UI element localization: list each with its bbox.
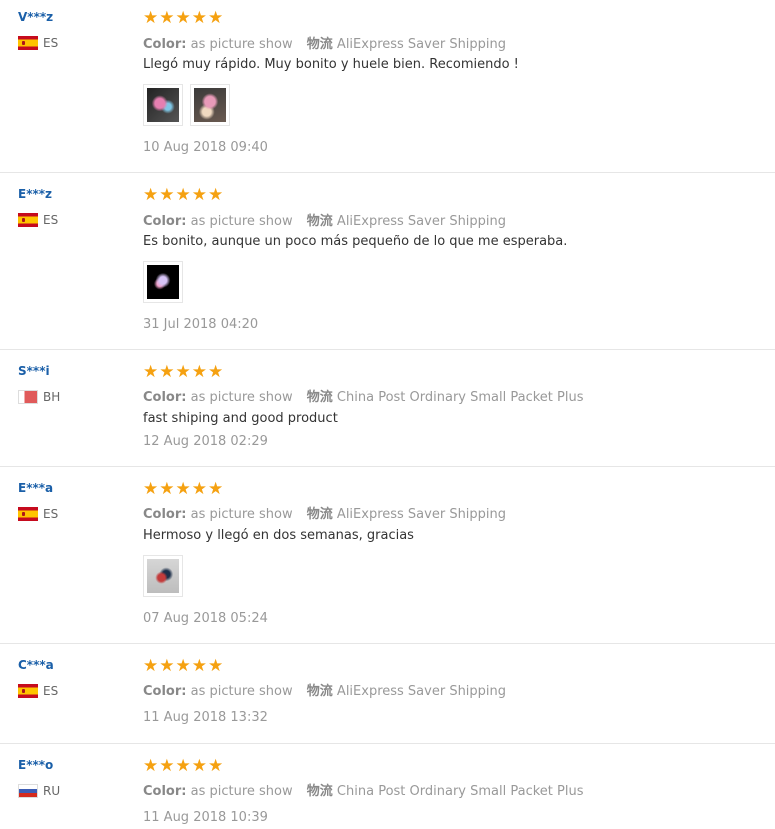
- spain-flag-icon: [18, 684, 38, 698]
- reviewer-country: ES: [18, 213, 58, 227]
- reviewer-name[interactable]: S***i: [18, 364, 50, 378]
- rating-stars: ★★★★★: [143, 8, 225, 28]
- rating-stars: ★★★★★: [143, 185, 225, 205]
- divider: [0, 349, 775, 350]
- country-code: ES: [43, 507, 59, 521]
- order-info: Color: as picture show 物流 China Post Ord…: [143, 386, 583, 405]
- review-photo[interactable]: [143, 555, 183, 597]
- color-value: as picture show: [190, 37, 293, 52]
- shipping-method: AliExpress Saver Shipping: [336, 214, 507, 229]
- review-text: Hermoso y llegó en dos semanas, gracias: [143, 528, 414, 543]
- color-label: Color:: [143, 390, 187, 405]
- shipping-method: China Post Ordinary Small Packet Plus: [336, 784, 584, 799]
- color-label: Color:: [143, 507, 187, 522]
- shipping-method: AliExpress Saver Shipping: [336, 507, 507, 522]
- rating-stars: ★★★★★: [143, 756, 225, 776]
- reviewer-country: ES: [18, 507, 58, 521]
- shipping-label: 物流: [306, 390, 333, 405]
- rating-stars: ★★★★★: [143, 479, 225, 499]
- review-date: 10 Aug 2018 09:40: [143, 140, 268, 155]
- color-label: Color:: [143, 784, 187, 799]
- photo-image: [147, 559, 179, 593]
- reviewer-name[interactable]: E***z: [18, 187, 52, 201]
- reviewer-country: BH: [18, 390, 60, 404]
- order-info: Color: as picture show 物流 China Post Ord…: [143, 780, 583, 799]
- shipping-label: 物流: [306, 784, 333, 799]
- review-photo[interactable]: [143, 84, 183, 126]
- color-value: as picture show: [190, 214, 293, 229]
- shipping-method: China Post Ordinary Small Packet Plus: [336, 390, 584, 405]
- shipping-label: 物流: [306, 684, 333, 699]
- review-text: Llegó muy rápido. Muy bonito y huele bie…: [143, 57, 519, 72]
- reviewer-country: RU: [18, 784, 60, 798]
- country-code: RU: [43, 784, 61, 798]
- reviewer-country: ES: [18, 684, 58, 698]
- color-value: as picture show: [190, 507, 293, 522]
- color-label: Color:: [143, 684, 187, 699]
- country-code: BH: [43, 390, 61, 404]
- shipping-method: AliExpress Saver Shipping: [336, 684, 507, 699]
- russia-flag-icon: [18, 784, 38, 798]
- country-code: ES: [43, 36, 59, 50]
- review-photo[interactable]: [190, 84, 230, 126]
- divider: [0, 172, 775, 173]
- reviewer-name[interactable]: V***z: [18, 10, 53, 24]
- order-info: Color: as picture show 物流 AliExpress Sav…: [143, 680, 506, 699]
- color-value: as picture show: [190, 390, 293, 405]
- rating-stars: ★★★★★: [143, 656, 225, 676]
- color-label: Color:: [143, 37, 187, 52]
- review-date: 11 Aug 2018 10:39: [143, 810, 268, 825]
- review-text: Es bonito, aunque un poco más pequeño de…: [143, 234, 568, 249]
- shipping-label: 物流: [306, 507, 333, 522]
- review-date: 07 Aug 2018 05:24: [143, 611, 268, 626]
- color-label: Color:: [143, 214, 187, 229]
- color-value: as picture show: [190, 784, 293, 799]
- photo-image: [147, 265, 179, 299]
- country-code: ES: [43, 213, 59, 227]
- color-value: as picture show: [190, 684, 293, 699]
- order-info: Color: as picture show 物流 AliExpress Sav…: [143, 33, 506, 52]
- reviewer-country: ES: [18, 36, 58, 50]
- divider: [0, 466, 775, 467]
- photo-image: [194, 88, 226, 122]
- review-text: fast shiping and good product: [143, 411, 338, 426]
- reviewer-name[interactable]: E***o: [18, 758, 53, 772]
- country-code: ES: [43, 684, 59, 698]
- reviewer-name[interactable]: E***a: [18, 481, 53, 495]
- review-date: 31 Jul 2018 04:20: [143, 317, 259, 332]
- rating-stars: ★★★★★: [143, 362, 225, 382]
- spain-flag-icon: [18, 213, 38, 227]
- order-info: Color: as picture show 物流 AliExpress Sav…: [143, 210, 506, 229]
- review-date: 12 Aug 2018 02:29: [143, 434, 268, 449]
- spain-flag-icon: [18, 507, 38, 521]
- divider: [0, 643, 775, 644]
- spain-flag-icon: [18, 36, 38, 50]
- bahrain-flag-icon: [18, 390, 38, 404]
- photo-image: [147, 88, 179, 122]
- shipping-label: 物流: [306, 214, 333, 229]
- review-date: 11 Aug 2018 13:32: [143, 710, 268, 725]
- order-info: Color: as picture show 物流 AliExpress Sav…: [143, 503, 506, 522]
- shipping-method: AliExpress Saver Shipping: [336, 37, 507, 52]
- shipping-label: 物流: [306, 37, 333, 52]
- reviewer-name[interactable]: C***a: [18, 658, 54, 672]
- review-photo[interactable]: [143, 261, 183, 303]
- divider: [0, 743, 775, 744]
